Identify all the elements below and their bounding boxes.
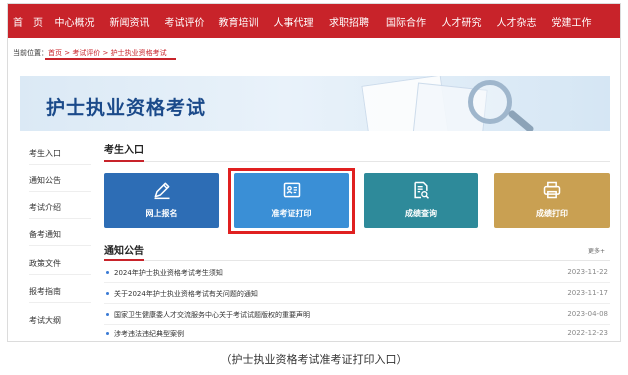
breadcrumb: 当前位置：首页 > 考试评价 > 护士执业资格考试 xyxy=(13,48,167,58)
notice-title[interactable]: 国家卫生健康委人才交流服务中心关于考试试题版权的重要声明 xyxy=(114,310,310,320)
sidebar-item-notices[interactable]: 通知公告 xyxy=(29,175,61,186)
breadcrumb-separator: > xyxy=(100,49,111,57)
notice-date: 2023-11-22 xyxy=(567,268,608,276)
card-label: 成绩查询 xyxy=(405,209,437,218)
pen-icon xyxy=(154,182,169,200)
card-label: 成绩打印 xyxy=(536,209,568,218)
divider xyxy=(29,302,91,303)
sidebar-item-syllabus[interactable]: 考试大纲 xyxy=(29,315,61,326)
divider xyxy=(104,282,610,283)
breadcrumb-prefix: 当前位置： xyxy=(13,49,48,57)
nav-item-home[interactable]: 首 页 xyxy=(8,14,48,29)
nav-item-party[interactable]: 党建工作 xyxy=(545,14,598,29)
notice-date: 2022-12-23 xyxy=(567,329,608,337)
nav-item-international[interactable]: 国际合作 xyxy=(377,14,435,29)
nav-item-hr-agency[interactable]: 人事代理 xyxy=(266,14,321,29)
nav-item-about[interactable]: 中心概况 xyxy=(48,14,101,29)
sidebar-item-prep-notice[interactable]: 备考通知 xyxy=(29,229,61,240)
notice-title[interactable]: 关于2024年护士执业资格考试有关问题的通知 xyxy=(114,289,258,299)
list-item[interactable]: 涉考违法违纪典型案例 2022-12-23 xyxy=(104,324,610,341)
divider xyxy=(29,191,91,192)
online-registration-card[interactable]: 网上报名 xyxy=(104,173,219,228)
printer-icon xyxy=(543,181,561,199)
list-item[interactable]: 2024年护士执业资格考试考生须知 2023-11-22 xyxy=(104,263,610,283)
breadcrumb-exams[interactable]: 考试评价 xyxy=(72,49,100,57)
divider xyxy=(29,274,91,275)
score-query-card[interactable]: 成绩查询 xyxy=(364,173,478,228)
list-item[interactable]: 国家卫生健康委人才交流服务中心关于考试试题版权的重要声明 2023-04-08 xyxy=(104,305,610,325)
image-caption: （护士执业资格考试准考证打印入口） xyxy=(220,353,408,366)
bullet-icon xyxy=(106,332,109,335)
sidebar-item-intro[interactable]: 考试介绍 xyxy=(29,202,61,213)
nav-item-research[interactable]: 人才研究 xyxy=(435,14,488,29)
breadcrumb-current: 护士执业资格考试 xyxy=(110,49,167,57)
highlight-box xyxy=(228,168,355,234)
list-item[interactable]: 关于2024年护士执业资格考试有关问题的通知 2023-11-17 xyxy=(104,284,610,304)
divider xyxy=(29,245,91,246)
nav-item-jobs[interactable]: 求职招聘 xyxy=(321,14,377,29)
magnifier-illustration xyxy=(468,80,512,124)
banner-title: 护士执业资格考试 xyxy=(46,97,207,119)
bullet-icon xyxy=(106,271,109,274)
bullet-icon xyxy=(106,313,109,316)
bullet-icon xyxy=(106,292,109,295)
sidebar-item-policy[interactable]: 政策文件 xyxy=(29,258,61,269)
entrance-section-title: 考生入口 xyxy=(104,145,144,156)
section-title-underline xyxy=(104,259,144,261)
magnifier-handle xyxy=(507,109,535,131)
nav-item-news[interactable]: 新闻资讯 xyxy=(101,14,158,29)
nav-item-magazine[interactable]: 人才杂志 xyxy=(488,14,545,29)
banner: 护士执业资格考试 xyxy=(20,76,610,131)
nav-item-training[interactable]: 教育培训 xyxy=(211,14,266,29)
notice-date: 2023-11-17 xyxy=(567,289,608,297)
notice-title[interactable]: 涉考违法违纪典型案例 xyxy=(114,329,184,339)
notice-title[interactable]: 2024年护士执业资格考试考生须知 xyxy=(114,268,223,278)
breadcrumb-highlight-underline xyxy=(45,58,176,60)
document-search-icon xyxy=(414,181,430,199)
divider xyxy=(104,161,610,162)
breadcrumb-separator: > xyxy=(62,49,73,57)
score-print-card[interactable]: 成绩打印 xyxy=(494,173,610,228)
page-frame: 首 页 中心概况 新闻资讯 考试评价 教育培训 人事代理 求职招聘 国际合作 人… xyxy=(7,3,621,342)
more-link[interactable]: 更多+ xyxy=(588,246,605,255)
notice-date: 2023-04-08 xyxy=(567,310,608,318)
divider xyxy=(29,218,91,219)
card-label: 网上报名 xyxy=(145,209,178,218)
breadcrumb-home[interactable]: 首页 xyxy=(48,49,62,57)
sidebar-item-guide[interactable]: 报考指南 xyxy=(29,286,61,297)
divider xyxy=(29,164,91,165)
nav-item-exams[interactable]: 考试评价 xyxy=(158,14,211,29)
sidebar-item-entrance[interactable]: 考生入口 xyxy=(29,148,61,159)
divider xyxy=(104,260,610,261)
divider xyxy=(104,303,610,304)
notices-section-title: 通知公告 xyxy=(104,246,144,257)
top-nav: 首 页 中心概况 新闻资讯 考试评价 教育培训 人事代理 求职招聘 国际合作 人… xyxy=(8,4,620,38)
section-title-underline xyxy=(104,160,144,162)
